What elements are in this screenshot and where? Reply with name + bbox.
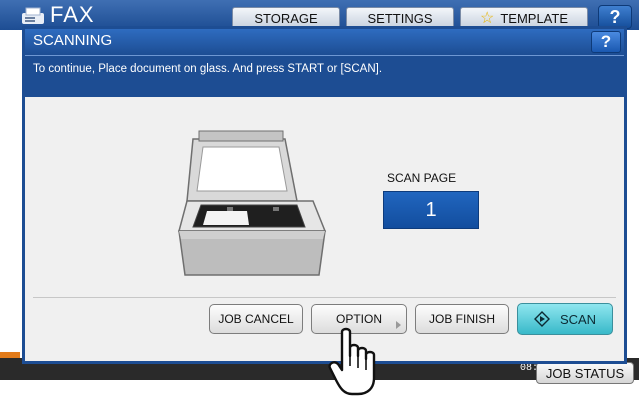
scanner-illustration-icon [178, 130, 327, 276]
app-title: FAX [50, 2, 95, 27]
dialog-title: SCANNING [33, 32, 113, 49]
tab-settings-label: SETTINGS [367, 10, 433, 26]
start-diamond-icon [533, 311, 550, 327]
instruction-message: To continue, Place document on glass. An… [33, 63, 383, 75]
job-finish-button[interactable]: JOB FINISH [415, 304, 509, 334]
option-label: OPTION [335, 312, 382, 326]
dialog-title-bar: SCANNING ? [25, 29, 624, 55]
scanning-dialog: SCANNING ? To continue, Place document o… [22, 26, 627, 364]
message-bar: To continue, Place document on glass. An… [25, 55, 624, 97]
tab-storage-label: STORAGE [254, 10, 318, 26]
dialog-help-button[interactable]: ? [591, 31, 621, 53]
pointer-hand-icon [328, 327, 376, 396]
star-icon: ☆ [479, 10, 495, 27]
scan-page-label: SCAN PAGE [387, 171, 457, 185]
fax-icon [22, 7, 44, 24]
tab-template-label: TEMPLATE [500, 10, 568, 26]
scan-button[interactable]: SCAN [517, 303, 613, 335]
job-cancel-button[interactable]: JOB CANCEL [209, 304, 303, 334]
job-finish-label: JOB FINISH [428, 312, 495, 326]
scan-label: SCAN [559, 311, 597, 327]
scan-page-count: 1 [383, 191, 479, 229]
divider [33, 297, 616, 298]
submenu-arrow-icon [396, 321, 401, 329]
job-cancel-label: JOB CANCEL [218, 312, 294, 326]
job-status-button[interactable]: JOB STATUS [536, 362, 634, 384]
